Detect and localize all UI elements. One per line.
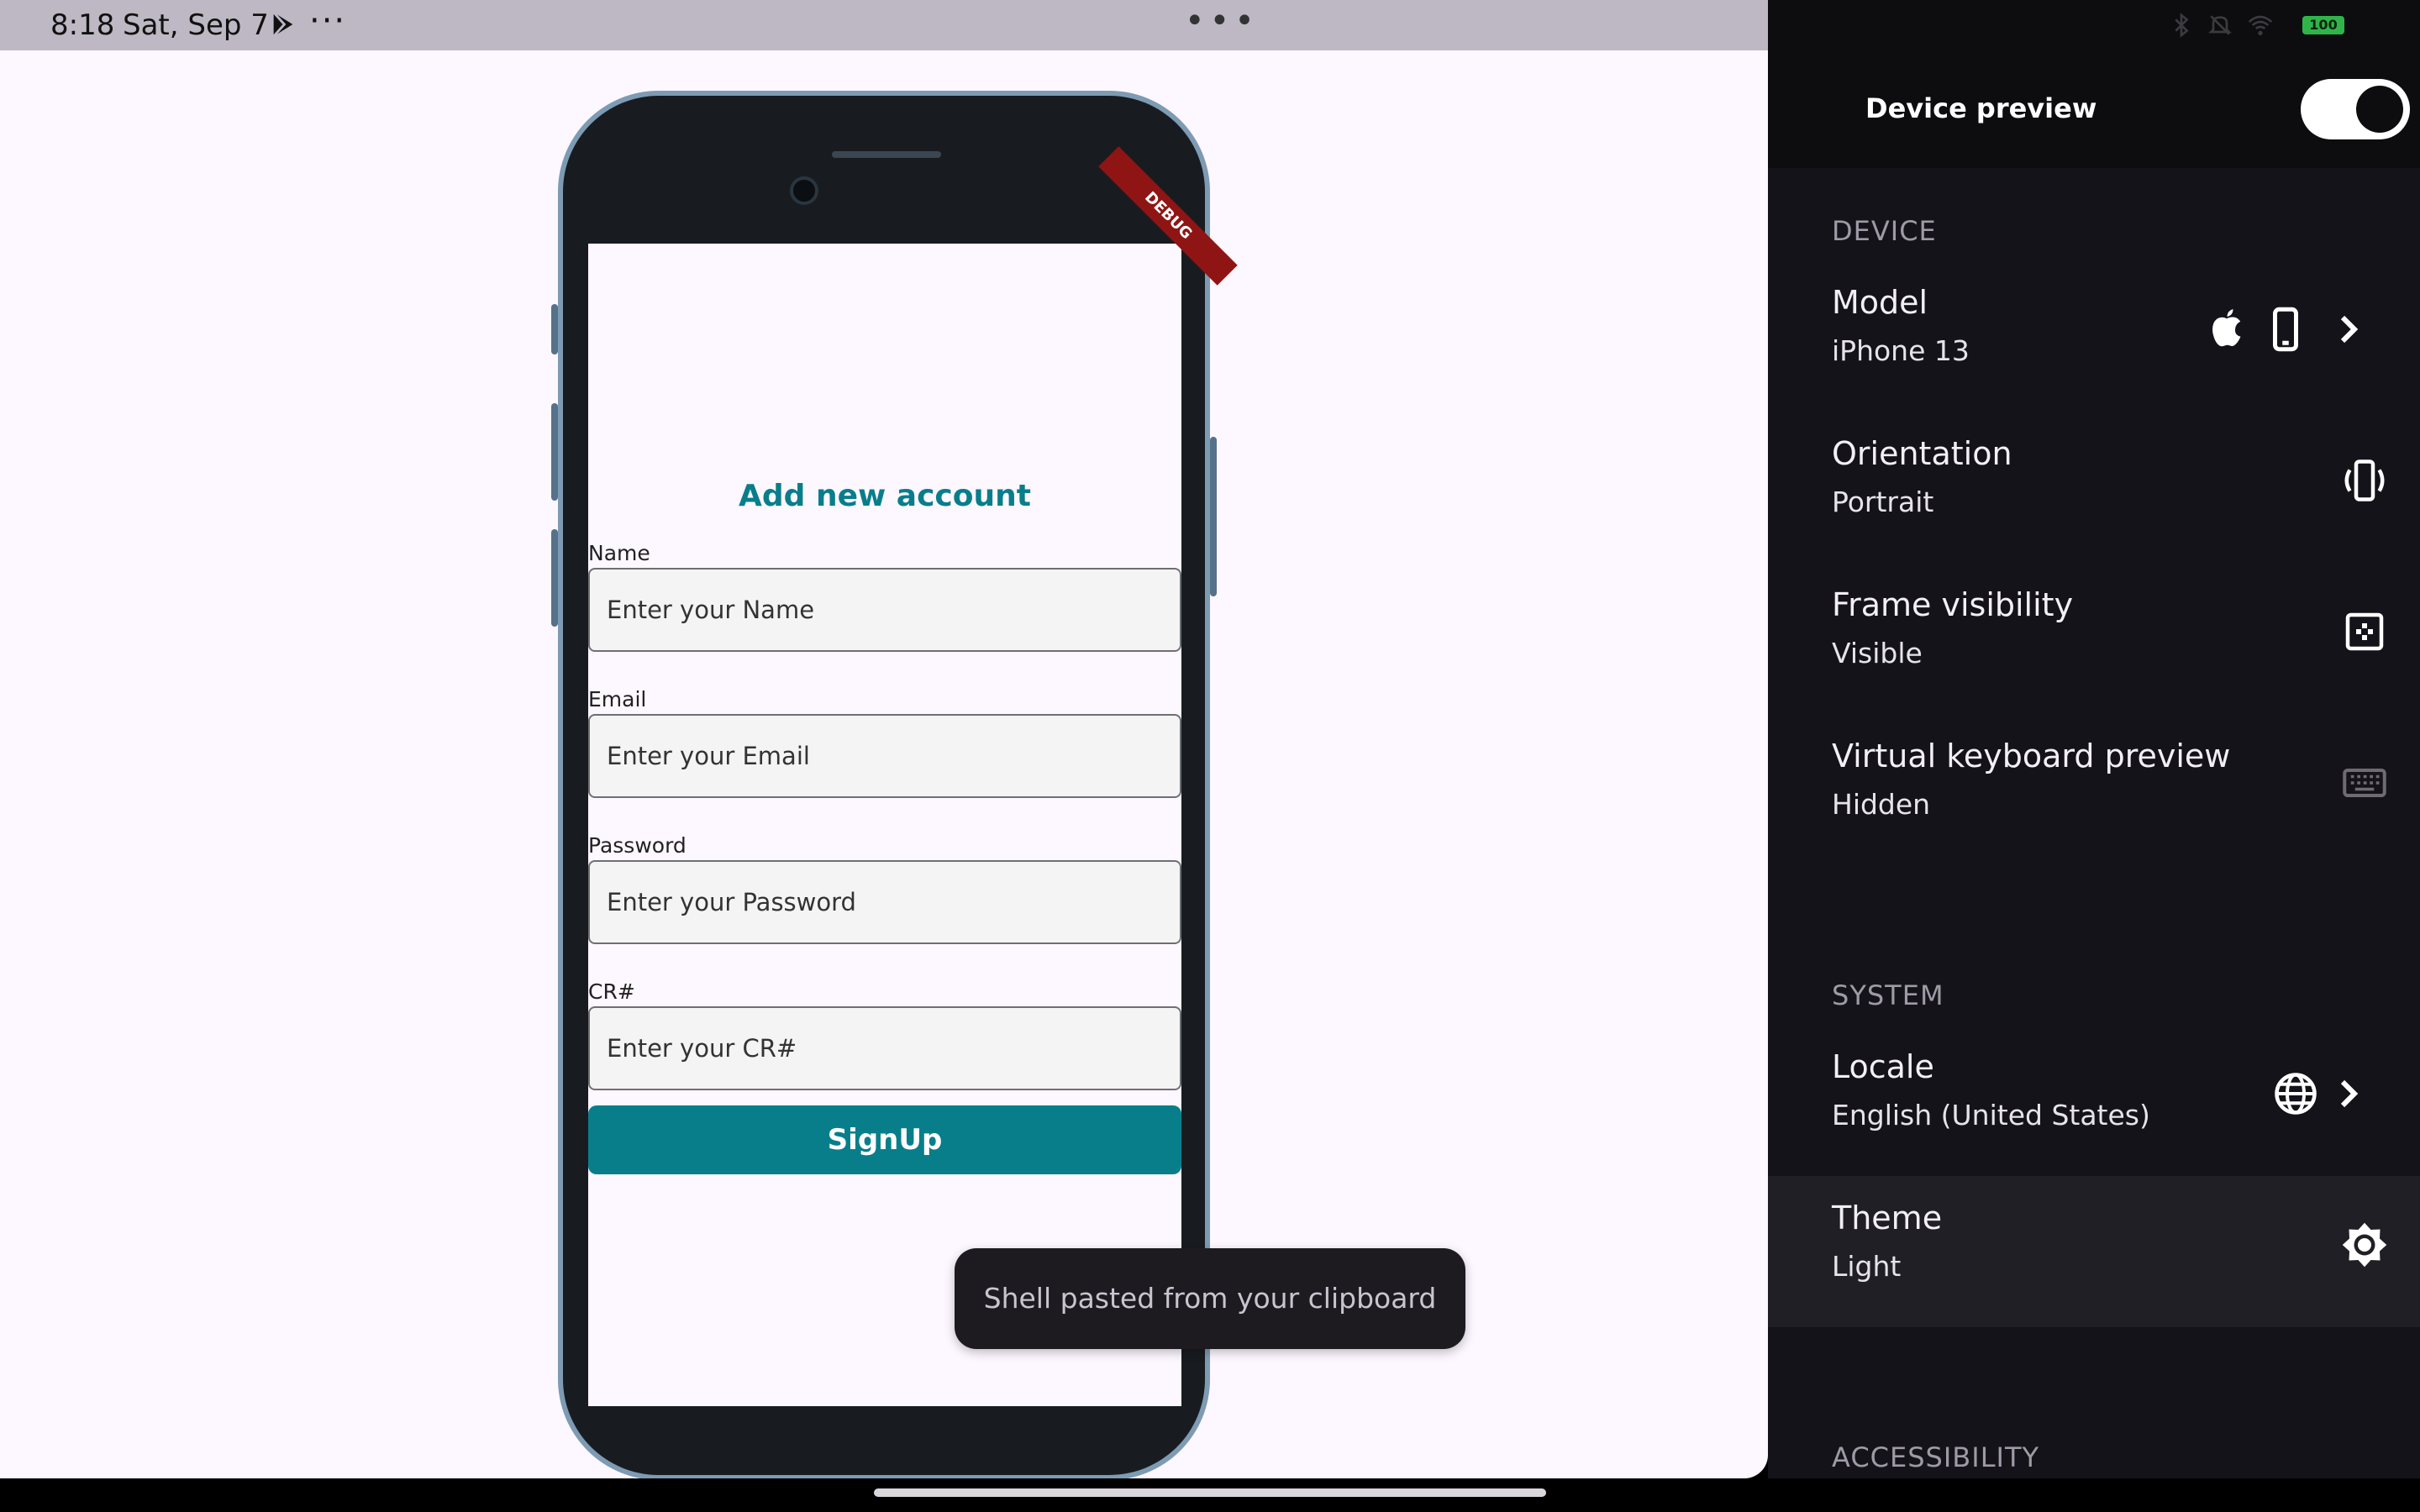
device-preview-toggle[interactable] — [2301, 79, 2410, 139]
bell-off-icon — [2208, 15, 2232, 35]
name-label: Name — [588, 541, 650, 565]
status-time: 8:18 — [50, 8, 115, 42]
frame-icon — [2345, 612, 2384, 651]
locale-title: Locale — [1832, 1048, 1934, 1085]
accessibility-section-header: ACCESSIBILITY — [1832, 1441, 2040, 1473]
password-field[interactable]: Enter your Password — [588, 860, 1181, 944]
home-indicator[interactable] — [874, 1488, 1546, 1497]
locale-row[interactable]: Locale English (United States) — [1768, 1025, 2420, 1176]
password-label: Password — [588, 833, 687, 858]
screen-rotation-icon — [2344, 459, 2385, 501]
model-title: Model — [1832, 284, 1928, 321]
locale-value: English (United States) — [1832, 1099, 2150, 1131]
theme-value: Light — [1832, 1250, 1902, 1283]
status-date: Sat, Sep 7 — [123, 8, 269, 42]
model-row[interactable]: Model iPhone 13 — [1768, 260, 2420, 412]
virtual-keyboard-row[interactable]: Virtual keyboard preview Hidden — [1768, 714, 2420, 865]
globe-icon — [2275, 1073, 2317, 1115]
phone-side-button — [551, 304, 558, 354]
frame-value: Visible — [1832, 637, 1923, 669]
keyboard-icon — [2343, 769, 2386, 797]
phone-icon — [2273, 307, 2298, 352]
cr-label: CR# — [588, 979, 635, 1004]
model-value: iPhone 13 — [1832, 334, 1970, 367]
frame-title: Frame visibility — [1832, 586, 2074, 623]
orientation-title: Orientation — [1832, 435, 2012, 472]
frame-visibility-row[interactable]: Frame visibility Visible — [1768, 563, 2420, 714]
page-title: Add new account — [739, 479, 1031, 513]
toggle-knob — [2356, 86, 2403, 133]
apple-icon — [2212, 309, 2241, 347]
cr-field[interactable]: Enter your CR# — [588, 1006, 1181, 1090]
orientation-row[interactable]: Orientation Portrait — [1768, 412, 2420, 563]
status-bar-right: 100 — [1768, 0, 2420, 50]
email-field[interactable]: Enter your Email — [588, 714, 1181, 798]
more-notifications-icon: ··· — [309, 2, 347, 40]
battery-icon: 100 — [2302, 16, 2344, 34]
keyboard-value: Hidden — [1832, 788, 1931, 821]
chevron-right-icon — [2340, 315, 2359, 344]
phone-volume-up — [551, 403, 558, 501]
theme-title: Theme — [1832, 1200, 1943, 1236]
chevron-right-icon — [2340, 1079, 2359, 1108]
preview-area: Add new account Name Enter your Name Ema… — [0, 50, 1768, 1478]
wifi-icon — [2248, 15, 2273, 35]
signup-button[interactable]: SignUp — [588, 1105, 1181, 1174]
multitask-handle-icon[interactable]: ••• — [1185, 2, 1260, 40]
panel-title: Device preview — [1865, 92, 2097, 124]
phone-volume-down — [551, 529, 558, 627]
clipboard-toast: Shell pasted from your clipboard — [955, 1248, 1465, 1349]
panel-header: Device preview — [1768, 50, 2420, 168]
camera-icon — [790, 176, 818, 205]
phone-speaker — [832, 151, 941, 158]
play-store-icon — [272, 11, 293, 38]
phone-screen: Add new account Name Enter your Name Ema… — [588, 244, 1181, 1406]
device-preview-panel: Device preview DEVICE Model iPhone 13 Or… — [1768, 50, 2420, 1478]
email-label: Email — [588, 687, 647, 711]
bluetooth-icon — [2175, 13, 2189, 38]
orientation-value: Portrait — [1832, 486, 1934, 518]
system-section-header: SYSTEM — [1832, 979, 1944, 1011]
name-field[interactable]: Enter your Name — [588, 568, 1181, 652]
theme-row[interactable]: Theme Light — [1768, 1176, 2420, 1327]
device-section-header: DEVICE — [1832, 215, 1937, 247]
phone-power-button — [1210, 437, 1217, 596]
brightness-icon — [2342, 1222, 2387, 1268]
keyboard-title: Virtual keyboard preview — [1832, 738, 2231, 774]
